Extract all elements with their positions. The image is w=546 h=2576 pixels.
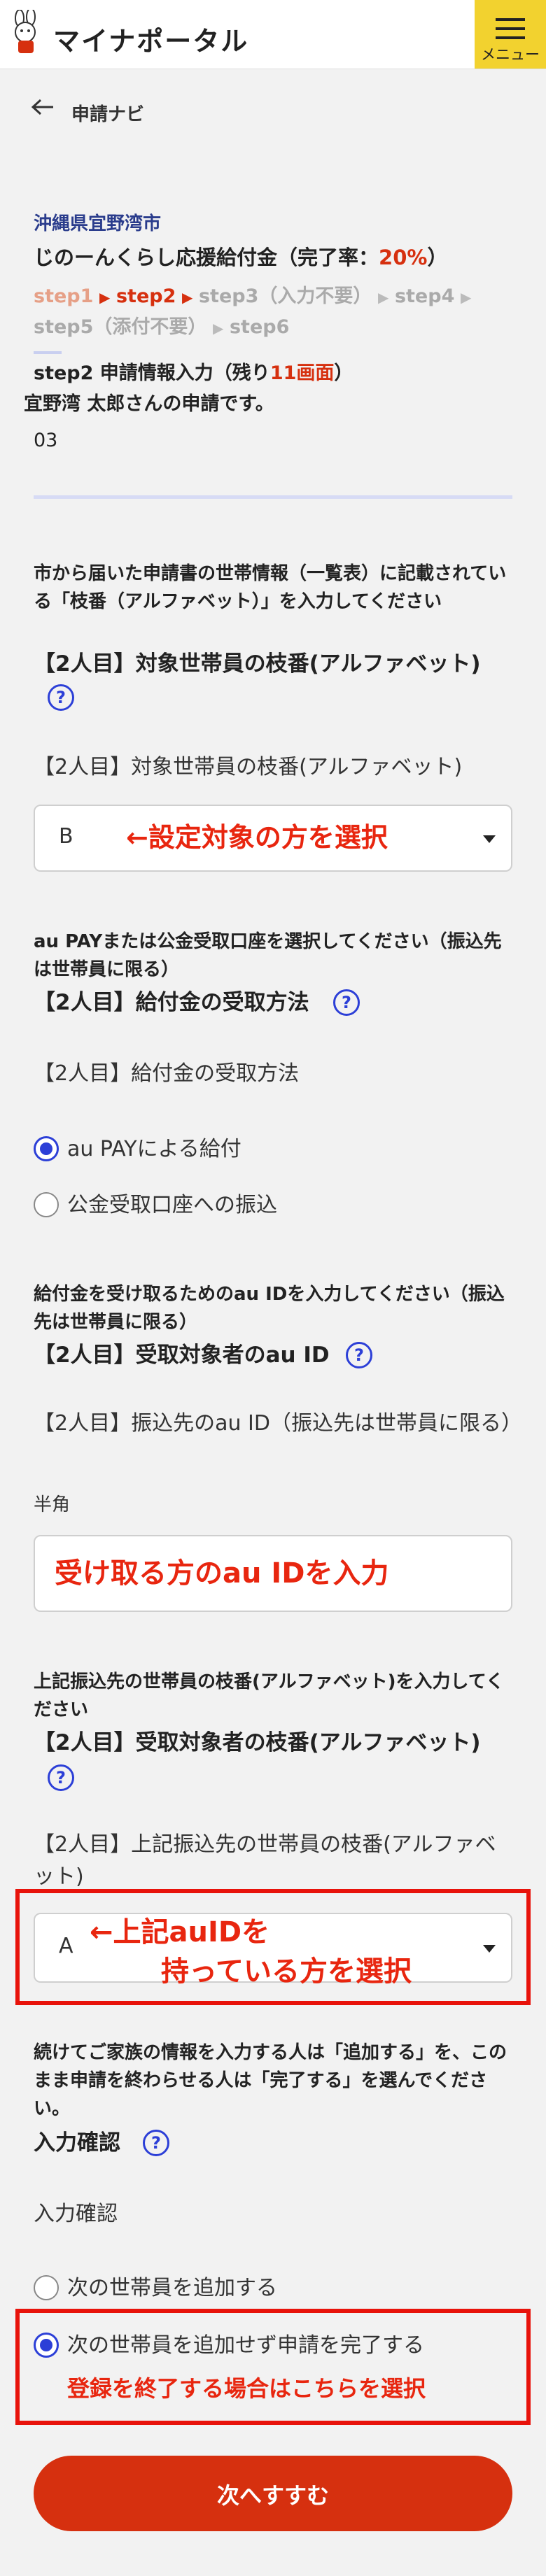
q5-option-add[interactable]: 次の世帯員を追加する (34, 2272, 496, 2306)
q2-radio-bank[interactable] (34, 1192, 59, 1217)
step-indicator-bar (34, 351, 62, 354)
q3-instruction: 給付金を受け取るためのau IDを入力してください（振込先は世帯員に限る） (34, 1284, 505, 1333)
app-header: マイナポータル メニュー (0, 0, 546, 69)
q1-help-icon[interactable]: ? (48, 684, 74, 711)
back-arrow-icon[interactable] (31, 99, 55, 115)
q5-instruction: 続けてご家族の情報を入力する人は「追加する」を、このまま申請を終わらせる人は「完… (34, 2042, 507, 2119)
q4-select-value: A (59, 1934, 74, 1958)
q2-instruction: au PAYまたは公金受取口座を選択してください（振込先は世帯員に限る） (34, 931, 502, 980)
q5-radio-add[interactable] (34, 2275, 59, 2300)
step-arrow-icon: ▶ (99, 289, 111, 306)
q2-radio-aupay[interactable] (34, 1136, 59, 1161)
q1-label: 【2人目】対象世帯員の枝番(アルファベット) (34, 755, 463, 779)
q2-help-icon[interactable]: ? (333, 989, 360, 1016)
completion-rate: 20% (379, 246, 428, 269)
benefit-title-text: じのーんくらし応援給付金（完了率： (34, 246, 379, 269)
current-step-suffix: ） (334, 362, 354, 384)
chevron-down-icon (483, 835, 496, 843)
q5-title: 入力確認 (34, 2130, 120, 2156)
q4-annotation-line1: ←上記auIDを (90, 1916, 270, 1948)
step-6: step6 (229, 316, 290, 338)
applicant-line: 宜野湾 太郎さんの申請です。 (24, 393, 274, 415)
step-1: step1 (34, 285, 94, 307)
step-arrow-icon: ▶ (460, 289, 472, 306)
next-button-label: 次へすすむ (216, 2482, 329, 2509)
menu-label: メニュー (481, 46, 540, 63)
benefit-title: じのーんくらし応援給付金（完了率：20%） (34, 242, 447, 273)
mascot-logo-icon[interactable] (10, 10, 45, 56)
q5-radio-complete[interactable] (34, 2333, 59, 2358)
q1-annotation: ←設定対象の方を選択 (126, 822, 388, 853)
current-step-text: step2 申請情報入力（残り (34, 362, 270, 384)
app-logo-text[interactable]: マイナポータル (53, 20, 248, 58)
q1-title: 【2人目】対象世帯員の枝番(アルファベット) (34, 651, 481, 677)
q2-title: 【2人目】給付金の受取方法 (34, 990, 309, 1015)
q1-select-value: B (59, 824, 74, 849)
menu-button[interactable]: メニュー (475, 0, 546, 69)
q2-option-bank-label: 公金受取口座への振込 (67, 1193, 277, 1217)
q4-label: 【2人目】上記振込先の世帯員の枝番(アルファベット) (34, 1832, 496, 1889)
chevron-down-icon (483, 1945, 496, 1953)
step-4: step4 (394, 285, 455, 307)
q2-option-aupay[interactable]: au PAYによる給付 (34, 1133, 454, 1167)
q1-branch-select[interactable]: B ←設定対象の方を選択 (34, 805, 512, 872)
step-arrow-icon: ▶ (213, 320, 224, 337)
step-progress-line2: step5（添付不要） ▶ step6 (34, 312, 289, 344)
q5-highlight-frame (15, 2309, 531, 2425)
step-3: step3（入力不要） (198, 285, 372, 307)
q5-help-icon[interactable]: ? (143, 2130, 169, 2156)
next-button[interactable]: 次へすすむ (34, 2456, 512, 2531)
q5-option-add-label: 次の世帯員を追加する (67, 2276, 277, 2300)
step-5: step5（添付不要） (34, 316, 207, 338)
q3-hint: 半角 (34, 1494, 71, 1515)
back-link[interactable]: 申請ナビ (71, 100, 144, 126)
step-2: step2 (115, 285, 176, 307)
q5-annotation: 登録を終了する場合はこちらを選択 (67, 2375, 426, 2402)
current-step-title: step2 申請情報入力（残り11画面） (34, 358, 353, 389)
municipality-name: 沖縄県宜野湾市 (34, 213, 162, 234)
q4-instruction: 上記振込先の世帯員の枝番(アルファベット)を入力してください (34, 1671, 504, 1720)
hamburger-icon (496, 18, 525, 39)
step-arrow-icon: ▶ (181, 289, 193, 306)
q2-option-aupay-label: au PAYによる給付 (67, 1137, 241, 1161)
q3-title: 【2人目】受取対象者のau ID (34, 1343, 330, 1368)
benefit-title-suffix: ） (427, 246, 448, 269)
q5-option-complete[interactable]: 次の世帯員を追加せず申請を完了する (34, 2330, 517, 2363)
q3-annotation: 受け取る方のau IDを入力 (55, 1557, 389, 1590)
q3-help-icon[interactable]: ? (346, 1342, 372, 1368)
q3-label: 【2人目】振込先のau ID（振込先は世帯員に限る） (34, 1411, 522, 1436)
q2-option-bank[interactable]: 公金受取口座への振込 (34, 1189, 454, 1223)
progress-divider (34, 495, 512, 499)
q5-label: 入力確認 (34, 2202, 118, 2226)
step-arrow-icon: ▶ (377, 289, 389, 306)
step-progress-line1: step1 ▶ step2 ▶ step3（入力不要） ▶ step4 ▶ (34, 281, 471, 313)
q5-option-complete-label: 次の世帯員を追加せず申請を完了する (67, 2333, 424, 2358)
q4-help-icon[interactable]: ? (48, 1764, 74, 1791)
q2-label: 【2人目】給付金の受取方法 (34, 1061, 300, 1086)
q4-annotation-line2: 持っている方を選択 (161, 1955, 412, 1988)
q4-title: 【2人目】受取対象者の枝番(アルファベット) (34, 1730, 481, 1755)
applicant-count: 03 (34, 430, 58, 451)
q3-auid-input[interactable]: 受け取る方のau IDを入力 (34, 1535, 512, 1612)
remaining-screens: 11画面 (270, 362, 335, 384)
q1-instruction: 市から届いた申請書の世帯情報（一覧表）に記載されている「枝番（アルファベット）」… (34, 563, 507, 612)
